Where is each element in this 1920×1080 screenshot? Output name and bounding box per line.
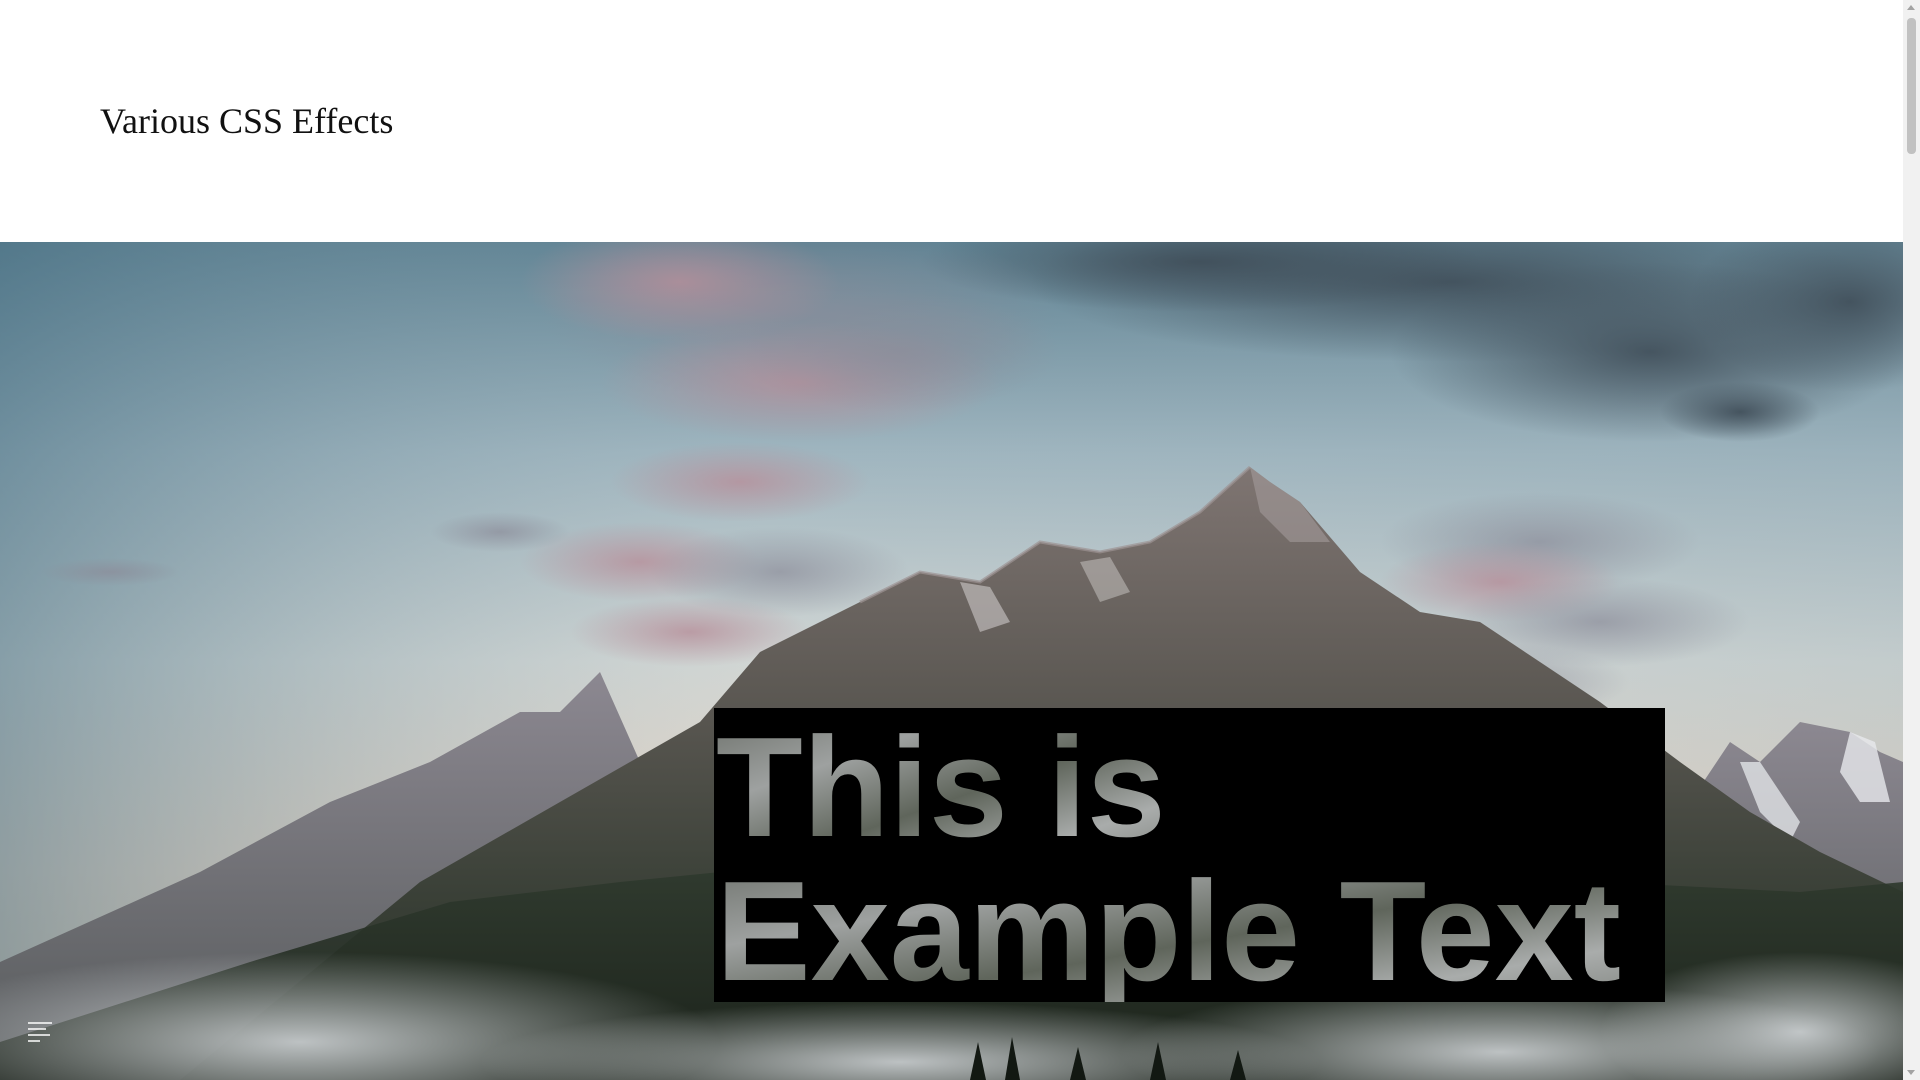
knockout-text-box: This is Example Text [714,708,1665,1002]
scroll-down-arrow-icon[interactable] [1907,1070,1915,1075]
scrollbar-thumb[interactable] [1907,18,1916,154]
clipped-headline: This is Example Text [716,708,1621,1002]
site-title[interactable]: Various CSS Effects [100,98,393,144]
vertical-scrollbar[interactable] [1903,0,1920,1080]
site-header: Various CSS Effects [0,0,1903,242]
page: Various CSS Effects This is Example Text [0,0,1920,1080]
scroll-up-arrow-icon[interactable] [1907,5,1915,10]
headline-line-2: Example Text [716,852,1621,1002]
headline-line-1: This is [716,708,1166,867]
menu-lines-icon[interactable] [26,1020,54,1042]
